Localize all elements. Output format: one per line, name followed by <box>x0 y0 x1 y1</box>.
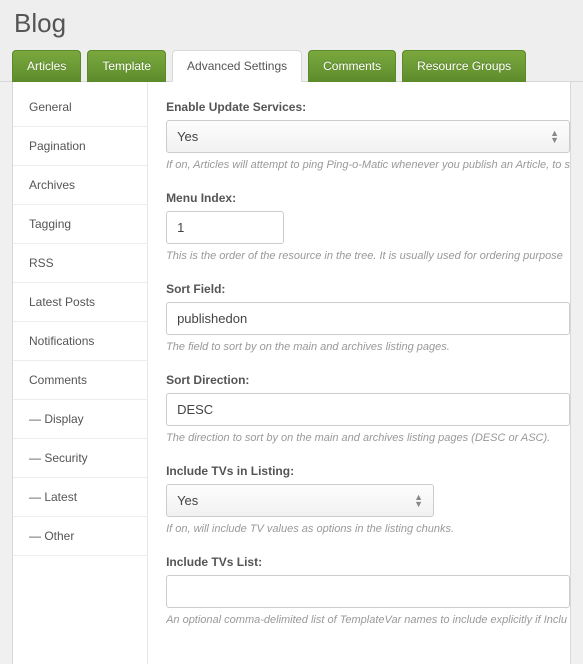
sidebar-item-pagination[interactable]: Pagination <box>13 127 147 166</box>
field-menu-index: Menu Index: This is the order of the res… <box>166 191 570 262</box>
content-wrap: General Pagination Archives Tagging RSS … <box>12 82 571 664</box>
tab-articles[interactable]: Articles <box>12 50 81 82</box>
sort-field-label: Sort Field: <box>166 282 570 296</box>
enable-update-value: Yes <box>177 129 198 144</box>
chevron-updown-icon: ▲▼ <box>414 494 423 508</box>
field-sort-direction: Sort Direction: The direction to sort by… <box>166 373 570 444</box>
include-tvs-select[interactable]: Yes ▲▼ <box>166 484 434 517</box>
menu-index-input[interactable] <box>166 211 284 244</box>
menu-index-label: Menu Index: <box>166 191 570 205</box>
include-tvs-list-label: Include TVs List: <box>166 555 570 569</box>
sidebar-item-latest[interactable]: — Latest <box>13 478 147 517</box>
sidebar-item-other[interactable]: — Other <box>13 517 147 556</box>
enable-update-help: If on, Articles will attempt to ping Pin… <box>166 159 570 171</box>
sidebar-item-rss[interactable]: RSS <box>13 244 147 283</box>
sort-direction-help: The direction to sort by on the main and… <box>166 432 570 444</box>
field-enable-update-services: Enable Update Services: Yes ▲▼ If on, Ar… <box>166 100 570 171</box>
sort-direction-label: Sort Direction: <box>166 373 570 387</box>
settings-sidebar: General Pagination Archives Tagging RSS … <box>13 82 148 664</box>
tabs-bar: Articles Template Advanced Settings Comm… <box>0 49 583 82</box>
sidebar-item-general[interactable]: General <box>13 88 147 127</box>
sidebar-item-comments[interactable]: Comments <box>13 361 147 400</box>
sort-direction-input[interactable] <box>166 393 570 426</box>
include-tvs-value: Yes <box>177 493 198 508</box>
sort-field-input[interactable] <box>166 302 570 335</box>
sort-field-help: The field to sort by on the main and arc… <box>166 341 570 353</box>
enable-update-select[interactable]: Yes ▲▼ <box>166 120 570 153</box>
include-tvs-list-input[interactable] <box>166 575 570 608</box>
sidebar-item-latest-posts[interactable]: Latest Posts <box>13 283 147 322</box>
chevron-updown-icon: ▲▼ <box>550 130 559 144</box>
field-include-tvs: Include TVs in Listing: Yes ▲▼ If on, wi… <box>166 464 570 535</box>
include-tvs-help: If on, will include TV values as options… <box>166 523 570 535</box>
tab-template[interactable]: Template <box>87 50 166 82</box>
field-include-tvs-list: Include TVs List: An optional comma-deli… <box>166 555 570 626</box>
include-tvs-label: Include TVs in Listing: <box>166 464 570 478</box>
enable-update-label: Enable Update Services: <box>166 100 570 114</box>
field-sort-field: Sort Field: The field to sort by on the … <box>166 282 570 353</box>
sidebar-item-archives[interactable]: Archives <box>13 166 147 205</box>
include-tvs-list-help: An optional comma-delimited list of Temp… <box>166 614 570 626</box>
sidebar-item-display[interactable]: — Display <box>13 400 147 439</box>
tab-comments[interactable]: Comments <box>308 50 396 82</box>
tab-resource-groups[interactable]: Resource Groups <box>402 50 526 82</box>
page-title: Blog <box>0 0 583 49</box>
menu-index-help: This is the order of the resource in the… <box>166 250 570 262</box>
tab-advanced-settings[interactable]: Advanced Settings <box>172 50 302 82</box>
sidebar-item-tagging[interactable]: Tagging <box>13 205 147 244</box>
settings-panel: Enable Update Services: Yes ▲▼ If on, Ar… <box>148 82 570 664</box>
sidebar-item-notifications[interactable]: Notifications <box>13 322 147 361</box>
sidebar-item-security[interactable]: — Security <box>13 439 147 478</box>
